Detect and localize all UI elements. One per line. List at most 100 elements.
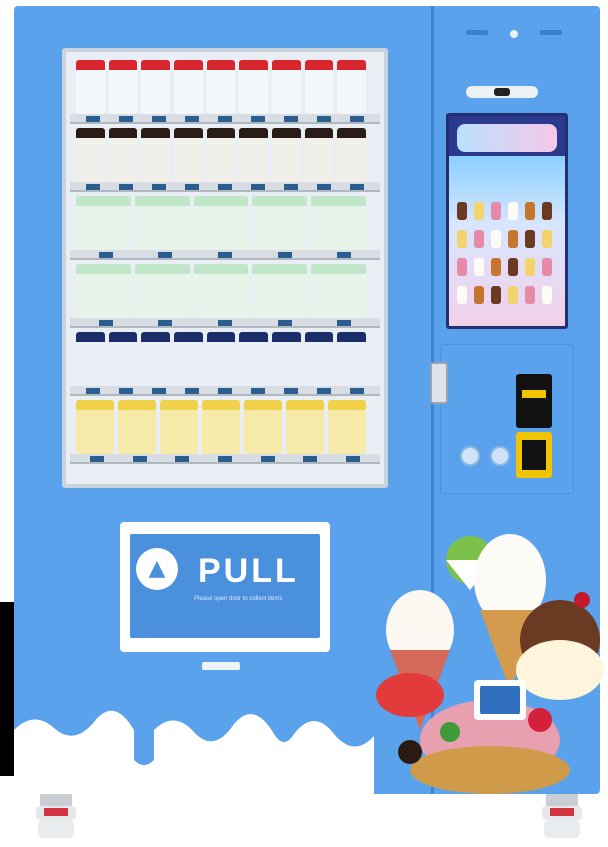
price-tag <box>90 456 105 462</box>
camera-icon <box>466 86 538 98</box>
price-tag <box>277 320 292 326</box>
product-item <box>118 400 156 454</box>
price-tag <box>350 388 365 394</box>
product-display-window <box>62 48 388 488</box>
touch-product-icon[interactable] <box>525 258 535 276</box>
product-item <box>304 60 334 114</box>
touch-product-icon[interactable] <box>508 286 518 304</box>
price-label-strip <box>76 456 374 462</box>
touch-product-icon[interactable] <box>457 230 467 248</box>
price-tag <box>217 320 232 326</box>
caster-foot-right <box>542 794 582 838</box>
touch-product-icon[interactable] <box>508 258 518 276</box>
product-item <box>174 60 203 114</box>
price-tag <box>175 456 190 462</box>
price-label-strip <box>76 184 374 190</box>
touch-product-icon[interactable] <box>508 230 518 248</box>
panel-button-left[interactable] <box>460 446 480 466</box>
price-tag <box>345 456 360 462</box>
door-handle[interactable] <box>430 362 448 404</box>
price-tag <box>217 184 232 190</box>
product-item <box>108 332 138 386</box>
product-item <box>337 332 366 386</box>
ice-cream-artwork <box>376 534 604 794</box>
touch-product-icon[interactable] <box>508 202 518 220</box>
price-tag <box>317 388 332 394</box>
touch-product-icon[interactable] <box>542 286 552 304</box>
ice-cream-icon: ▲ <box>136 548 178 590</box>
price-tag <box>251 184 266 190</box>
top-sensor-center <box>510 30 518 38</box>
touch-product-icon[interactable] <box>474 202 484 220</box>
caster-foot-left <box>36 794 76 838</box>
product-item <box>252 196 308 250</box>
touch-product-icon[interactable] <box>491 286 501 304</box>
product-item <box>76 196 131 250</box>
product-item <box>328 400 366 454</box>
product-item <box>174 128 203 182</box>
touch-product-icon[interactable] <box>491 202 501 220</box>
price-label-strip <box>76 388 374 394</box>
product-item <box>272 332 301 386</box>
touch-product-icon[interactable] <box>525 286 535 304</box>
product-item <box>239 332 268 386</box>
touch-screen[interactable] <box>446 113 568 329</box>
pull-label: PULL <box>198 552 299 590</box>
bill-acceptor-icon[interactable] <box>516 374 552 428</box>
price-tag <box>158 252 173 258</box>
touch-product-icon[interactable] <box>491 230 501 248</box>
product-item <box>272 60 301 114</box>
payment-panel <box>440 344 574 494</box>
product-item <box>193 264 249 318</box>
touch-product-icon[interactable] <box>525 230 535 248</box>
price-tag <box>118 116 133 122</box>
product-item <box>76 60 105 114</box>
price-tag <box>184 116 199 122</box>
price-tag <box>217 388 232 394</box>
price-tag <box>98 320 113 326</box>
product-item <box>134 196 190 250</box>
product-item <box>252 264 308 318</box>
price-tag <box>151 388 166 394</box>
price-tag <box>118 184 133 190</box>
card-reader-icon[interactable] <box>516 432 552 478</box>
product-item <box>337 128 366 182</box>
pickup-slot <box>202 662 240 670</box>
touch-product-icon[interactable] <box>474 230 484 248</box>
panel-button-right[interactable] <box>490 446 510 466</box>
product-item <box>304 128 334 182</box>
touch-product-icon[interactable] <box>457 286 467 304</box>
touch-product-icon[interactable] <box>457 258 467 276</box>
product-item <box>311 264 366 318</box>
touch-product-icon[interactable] <box>542 258 552 276</box>
price-tag <box>217 116 232 122</box>
product-item <box>206 128 236 182</box>
product-item <box>76 400 114 454</box>
product-item <box>108 128 138 182</box>
price-tag <box>118 388 133 394</box>
touch-product-icon[interactable] <box>525 202 535 220</box>
price-tag <box>151 184 166 190</box>
price-tag <box>132 456 147 462</box>
touch-product-icon[interactable] <box>474 286 484 304</box>
product-item <box>206 332 236 386</box>
price-label-strip <box>76 320 374 326</box>
touch-product-icon[interactable] <box>474 258 484 276</box>
touch-product-icon[interactable] <box>457 202 467 220</box>
touch-product-icon[interactable] <box>491 258 501 276</box>
product-item <box>76 128 105 182</box>
product-item <box>160 400 198 454</box>
touch-product-icon[interactable] <box>542 230 552 248</box>
top-sensor-right <box>540 30 562 35</box>
price-tag <box>350 116 365 122</box>
product-item <box>141 332 170 386</box>
product-item <box>304 332 334 386</box>
touch-product-icon[interactable] <box>542 202 552 220</box>
product-item <box>202 400 240 454</box>
price-tag <box>303 456 318 462</box>
price-tag <box>251 388 266 394</box>
product-item <box>206 60 236 114</box>
product-item <box>141 128 170 182</box>
price-tag <box>317 116 332 122</box>
product-item <box>108 60 138 114</box>
